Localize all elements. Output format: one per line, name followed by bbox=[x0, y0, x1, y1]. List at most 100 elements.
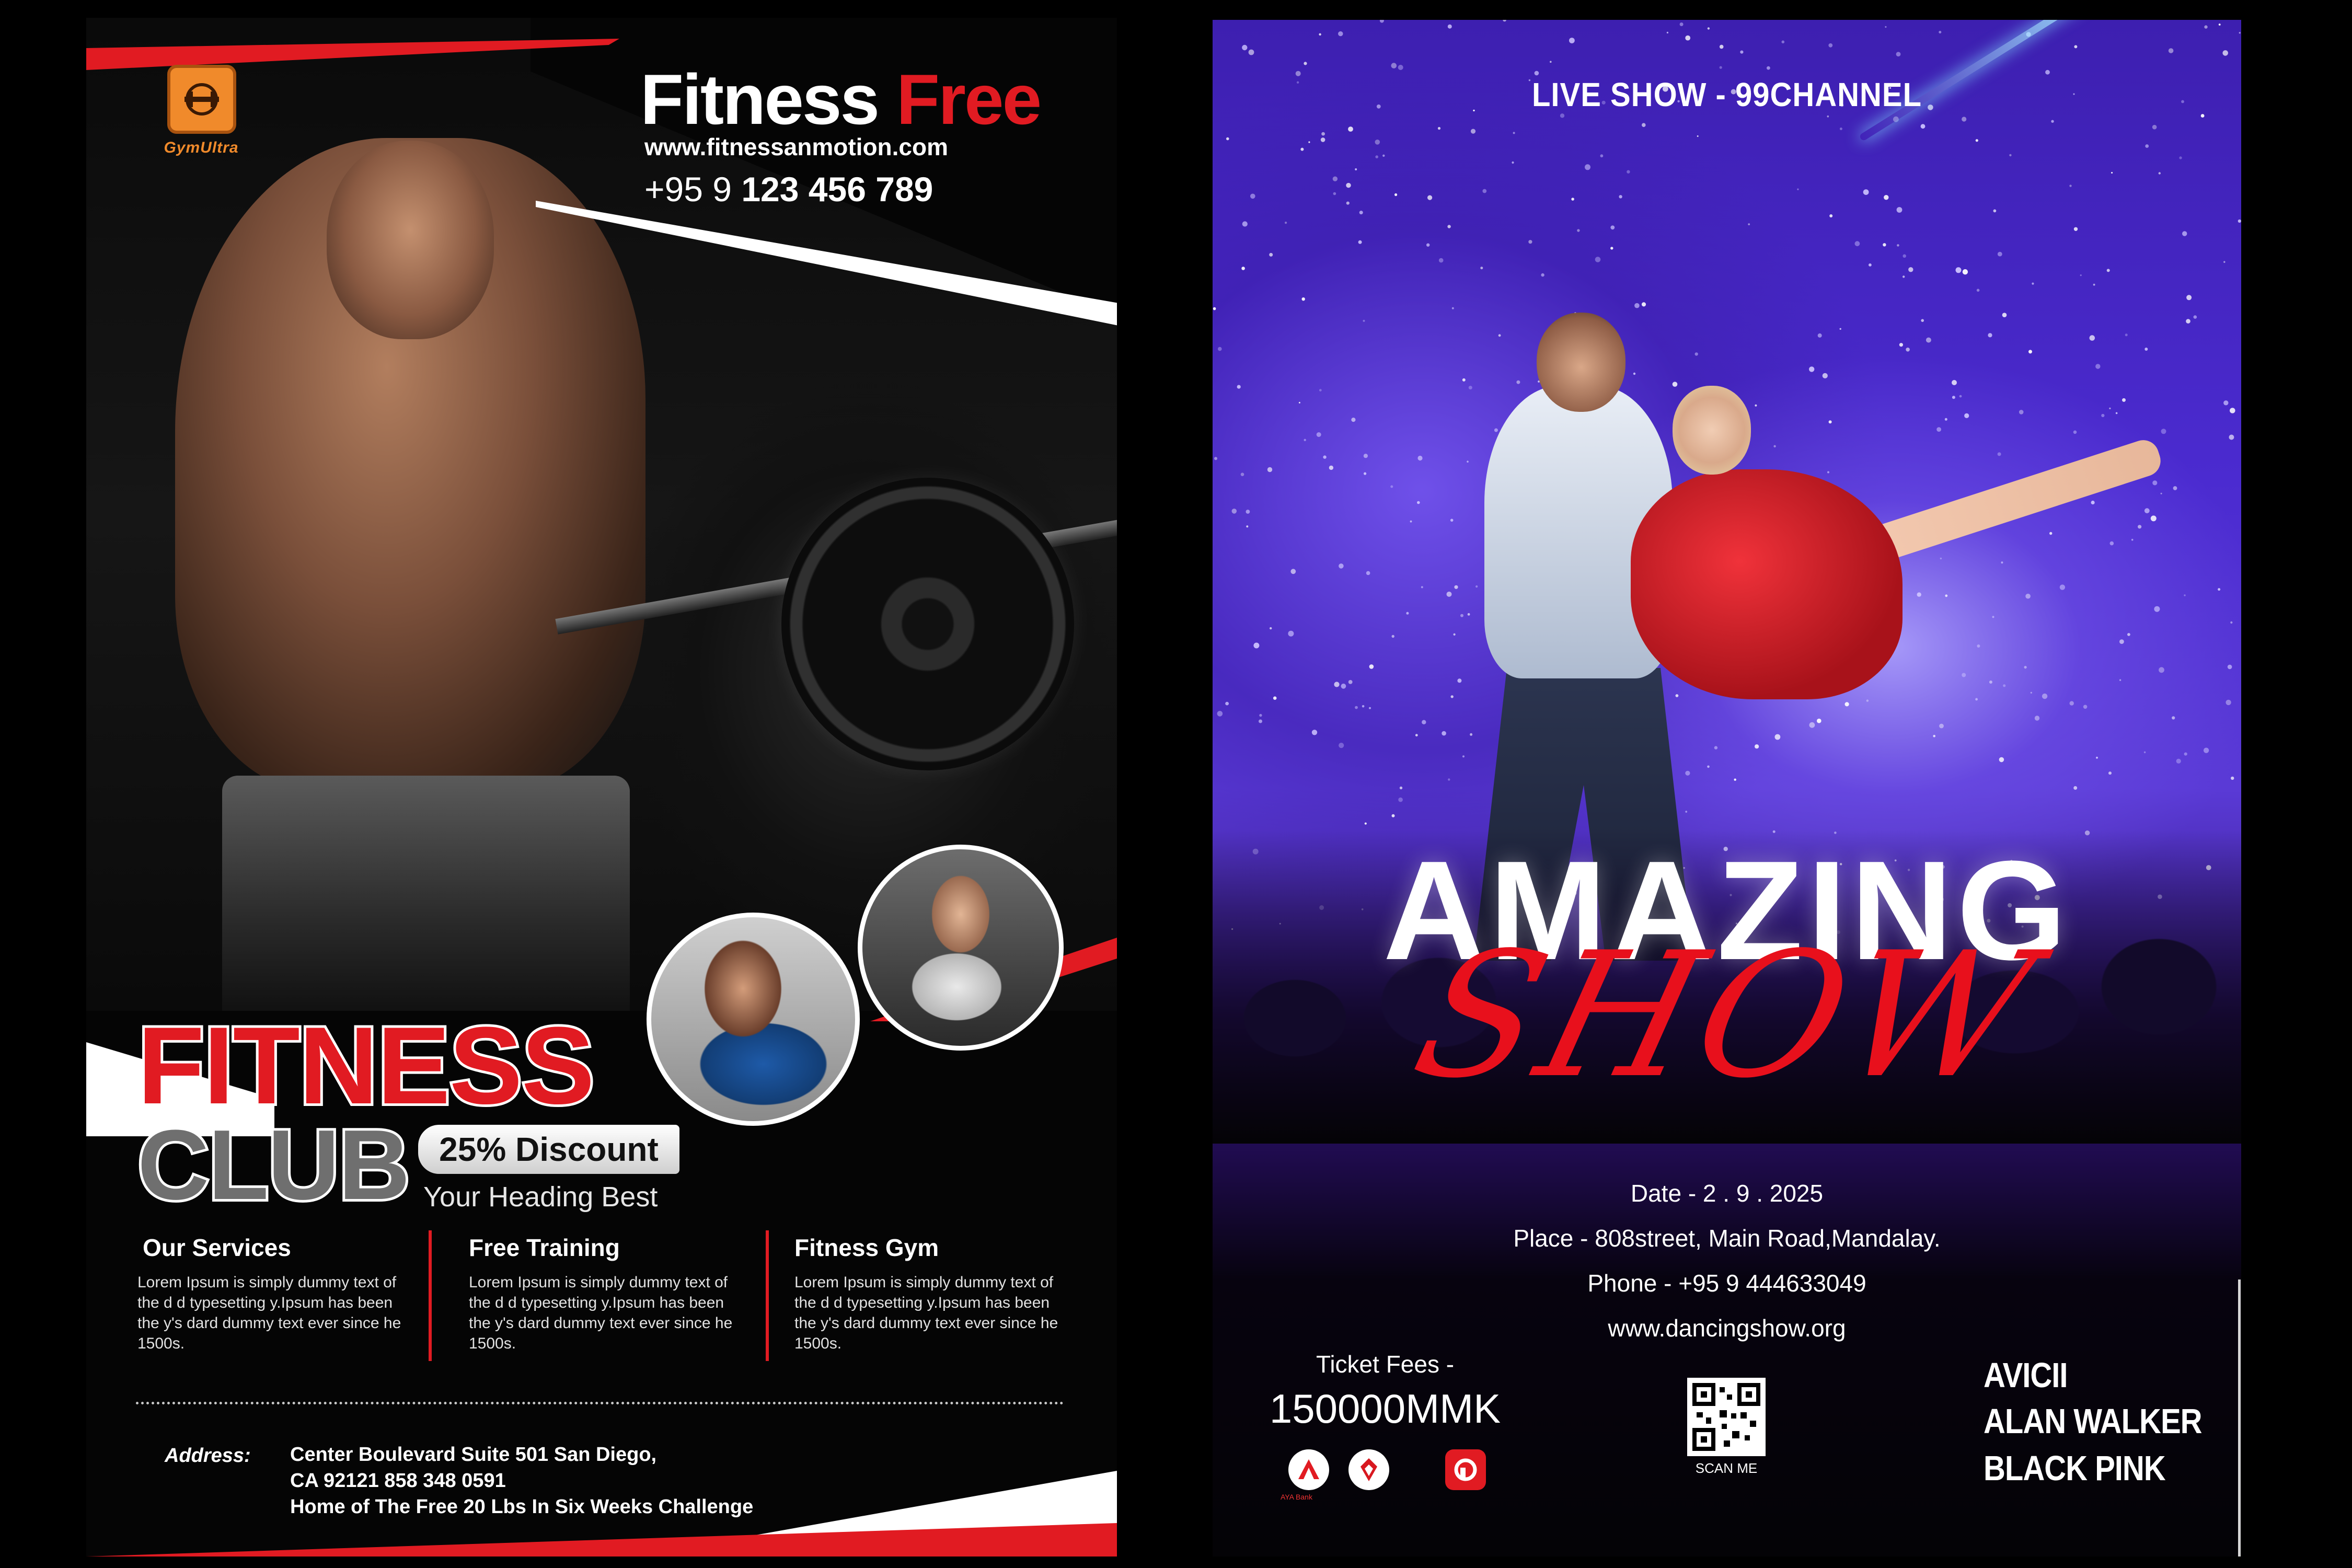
sparkle-dot bbox=[1269, 252, 1273, 257]
sparkle-dot bbox=[1498, 334, 1501, 337]
sparkle-dot bbox=[1822, 373, 1828, 379]
show-phone: Phone - +95 9 444633049 bbox=[1587, 1270, 1866, 1297]
sparkle-dot bbox=[1885, 26, 1887, 28]
female-dancer-dress bbox=[1631, 469, 1903, 699]
service-title: Our Services bbox=[143, 1234, 291, 1261]
sparkle-dot bbox=[1214, 457, 1217, 460]
sparkle-dot bbox=[1571, 198, 1574, 201]
sparkle-dot bbox=[2200, 114, 2205, 118]
sparkle-dot bbox=[2239, 32, 2241, 34]
sparkle-dot bbox=[2095, 364, 2101, 369]
sparkle-dot bbox=[2106, 269, 2110, 272]
sparkle-dot bbox=[1550, 61, 1552, 63]
address-label: Address: bbox=[165, 1445, 251, 1467]
sparkle-dot bbox=[2096, 756, 2098, 759]
sparkle-dot bbox=[1827, 115, 1829, 118]
sparkle-dot bbox=[1827, 471, 1829, 474]
subheading: Your Heading Best bbox=[423, 1181, 658, 1213]
sparkle-dot bbox=[1610, 225, 1615, 230]
sparkle-dot bbox=[1920, 124, 1926, 129]
sparkle-dot bbox=[1270, 627, 1272, 630]
sparkle-dot bbox=[1634, 303, 1640, 308]
sparkle-dot bbox=[1427, 195, 1433, 200]
situp-circle-photo bbox=[647, 913, 860, 1126]
sparkle-dot bbox=[1334, 682, 1340, 687]
sparkle-dot bbox=[1457, 678, 1462, 683]
sparkle-dot bbox=[1503, 20, 1506, 22]
sparkle-dot bbox=[1338, 31, 1343, 37]
sparkle-dot bbox=[1290, 569, 1296, 574]
sparkle-dot bbox=[1406, 612, 1409, 615]
qr-code-icon[interactable] bbox=[1687, 1378, 1766, 1456]
sparkle-dot bbox=[1694, 352, 1698, 356]
show-website[interactable]: www.dancingshow.org bbox=[1213, 1314, 2241, 1342]
sparkle-dot bbox=[1513, 132, 1515, 134]
sparkle-dot bbox=[1719, 66, 1722, 69]
sparkle-dot bbox=[2073, 227, 2078, 231]
show-date: Date - 2 . 9 . 2025 bbox=[1630, 1180, 1824, 1207]
sparkle-dot bbox=[1755, 404, 1757, 407]
aya-bank-icon bbox=[1288, 1449, 1329, 1490]
logo-wordmark: GymUltra bbox=[164, 139, 239, 156]
sparkle-dot bbox=[1610, 247, 1613, 250]
sparkle-dot bbox=[2204, 25, 2208, 29]
sparkle-dot bbox=[1884, 195, 1889, 200]
sparkle-dot bbox=[1494, 428, 1498, 432]
sparkle-dot bbox=[2131, 538, 2134, 541]
sparkle-dot bbox=[1962, 269, 1968, 275]
sparkle-dot bbox=[2024, 666, 2027, 669]
sparkle-dot bbox=[1399, 786, 1403, 790]
show-title: SHOW bbox=[1398, 915, 2056, 1116]
sparkle-dot bbox=[1707, 765, 1710, 768]
sparkle-dot bbox=[1453, 633, 1456, 636]
sparkle-dot bbox=[1797, 188, 1799, 190]
sparkle-dot bbox=[1321, 132, 1325, 136]
sparkle-dot bbox=[1755, 744, 1759, 749]
sparkle-dot bbox=[1714, 746, 1718, 750]
sparkle-dot bbox=[2218, 24, 2221, 26]
sparkle-dot bbox=[1253, 642, 1260, 649]
sparkle-dot bbox=[1828, 43, 1833, 48]
sparkle-dot bbox=[2138, 525, 2142, 529]
barbell-plate bbox=[781, 478, 1074, 770]
sparkle-dot bbox=[1936, 427, 1941, 432]
sparkle-dot bbox=[2109, 541, 2114, 546]
sparkle-dot bbox=[1955, 267, 1962, 273]
sparkle-dot bbox=[1250, 193, 1255, 199]
sparkle-dot bbox=[1585, 164, 1590, 170]
sparkle-dot bbox=[1300, 147, 1304, 151]
sparkle-dot bbox=[1298, 401, 1300, 403]
sparkle-dot bbox=[1410, 520, 1412, 523]
sparkle-dot bbox=[1569, 38, 1575, 43]
sparkle-dot bbox=[2145, 144, 2149, 148]
sparkle-dot bbox=[1288, 630, 1294, 637]
sparkle-dot bbox=[1438, 258, 1444, 263]
sparkle-dot bbox=[2218, 588, 2221, 591]
sparkle-dot bbox=[2042, 693, 2048, 699]
sparkle-dot bbox=[2122, 398, 2126, 402]
ticket-price: 150000MMK bbox=[1269, 1386, 1501, 1432]
sparkle-dot bbox=[1341, 683, 1346, 689]
show-place: Place - 808street, Main Road,Mandalay. bbox=[1513, 1225, 1941, 1252]
sparkle-dot bbox=[1933, 735, 1935, 737]
sparkle-dot bbox=[2238, 219, 2241, 223]
sparkle-dot bbox=[1351, 418, 1356, 422]
sparkle-dot bbox=[1231, 509, 1237, 514]
edge-line bbox=[2238, 1279, 2241, 1557]
sparkle-dot bbox=[1369, 664, 1374, 669]
live-show-label: LIVE SHOW - 99CHANNEL bbox=[1531, 76, 1922, 114]
sparkle-dot bbox=[1964, 413, 1969, 419]
sparkle-dot bbox=[1362, 705, 1365, 708]
sparkle-dot bbox=[1273, 696, 1277, 700]
fitness-free-headline: Fitness Free bbox=[640, 59, 1042, 140]
male-dancer-head bbox=[1537, 313, 1625, 412]
sparkle-dot bbox=[1642, 123, 1646, 127]
website-link[interactable]: www.fitnessanmotion.com bbox=[644, 133, 948, 161]
sparkle-dot bbox=[1829, 214, 1833, 217]
sparkle-dot bbox=[2230, 621, 2233, 624]
sparkle-dot bbox=[1417, 501, 1420, 504]
sparkle-dot bbox=[1339, 743, 1344, 748]
sparkle-dot bbox=[2111, 172, 2113, 174]
sparkle-dot bbox=[2184, 594, 2186, 596]
sparkle-dot bbox=[1242, 44, 1248, 51]
